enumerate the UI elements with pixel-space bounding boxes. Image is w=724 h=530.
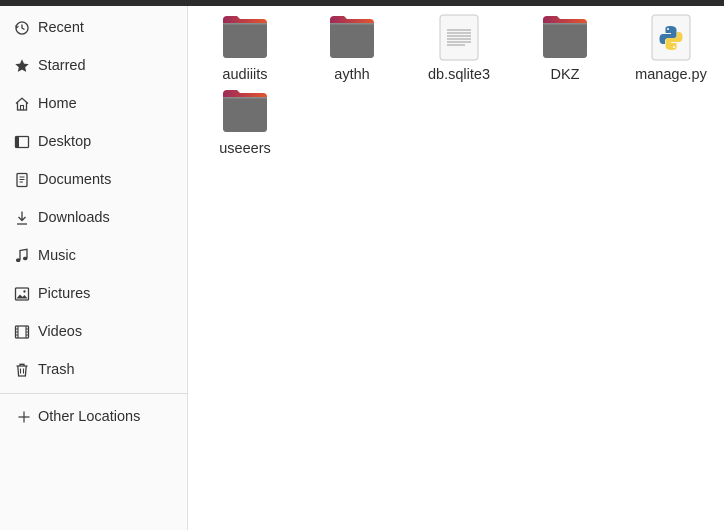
sidebar-item-label: Trash <box>38 362 75 378</box>
text-file-icon <box>434 14 484 62</box>
sidebar-item-trash[interactable]: Trash <box>0 352 187 388</box>
sidebar-item-label: Recent <box>38 20 84 36</box>
plus-icon <box>16 409 32 425</box>
file-name: manage.py <box>635 67 707 83</box>
trash-icon <box>14 362 30 378</box>
python-file-icon <box>646 14 696 62</box>
desktop-icon <box>14 134 30 150</box>
sidebar: Recent Starred Home Desktop Documents Do… <box>0 6 188 530</box>
sidebar-item-home[interactable]: Home <box>0 86 187 122</box>
file-name: db.sqlite3 <box>427 67 491 83</box>
video-icon <box>14 324 30 340</box>
sidebar-item-desktop[interactable]: Desktop <box>0 124 187 160</box>
folder-icon <box>220 14 270 62</box>
sidebar-separator <box>0 393 187 394</box>
sidebar-item-label: Other Locations <box>38 409 141 425</box>
home-icon <box>14 96 30 112</box>
sidebar-item-other-locations[interactable]: Other Locations <box>0 399 187 435</box>
sidebar-item-label: Downloads <box>38 210 110 226</box>
star-icon <box>14 58 30 74</box>
folder-item[interactable]: audiiits <box>195 14 295 88</box>
download-icon <box>14 210 30 226</box>
sidebar-item-label: Desktop <box>38 134 92 150</box>
file-item[interactable]: db.sqlite3 <box>409 14 509 88</box>
sidebar-item-label: Videos <box>38 324 83 340</box>
folder-icon <box>540 14 590 62</box>
sidebar-item-label: Starred <box>38 58 86 74</box>
file-view: audiiits aythh db.sqlite3 DKZ manage.py … <box>189 6 724 530</box>
sidebar-item-starred[interactable]: Starred <box>0 48 187 84</box>
picture-icon <box>14 286 30 302</box>
folder-item[interactable]: useeers <box>195 88 295 162</box>
sidebar-item-music[interactable]: Music <box>0 238 187 274</box>
sidebar-item-label: Pictures <box>38 286 91 302</box>
sidebar-item-label: Music <box>38 248 76 264</box>
sidebar-item-label: Documents <box>38 172 112 188</box>
folder-icon <box>220 88 270 136</box>
folder-icon <box>327 14 377 62</box>
file-name: aythh <box>334 67 370 83</box>
file-name: audiiits <box>222 67 268 83</box>
sidebar-item-videos[interactable]: Videos <box>0 314 187 350</box>
file-name: DKZ <box>550 67 580 83</box>
file-item[interactable]: manage.py <box>621 14 721 88</box>
file-name: useeers <box>219 141 271 157</box>
document-icon <box>14 172 30 188</box>
sidebar-item-label: Home <box>38 96 77 112</box>
clock-icon <box>14 20 30 36</box>
sidebar-item-documents[interactable]: Documents <box>0 162 187 198</box>
folder-item[interactable]: aythh <box>302 14 402 88</box>
sidebar-item-downloads[interactable]: Downloads <box>0 200 187 236</box>
music-icon <box>14 248 30 264</box>
folder-item[interactable]: DKZ <box>515 14 615 88</box>
sidebar-item-pictures[interactable]: Pictures <box>0 276 187 312</box>
sidebar-item-recent[interactable]: Recent <box>0 10 187 46</box>
